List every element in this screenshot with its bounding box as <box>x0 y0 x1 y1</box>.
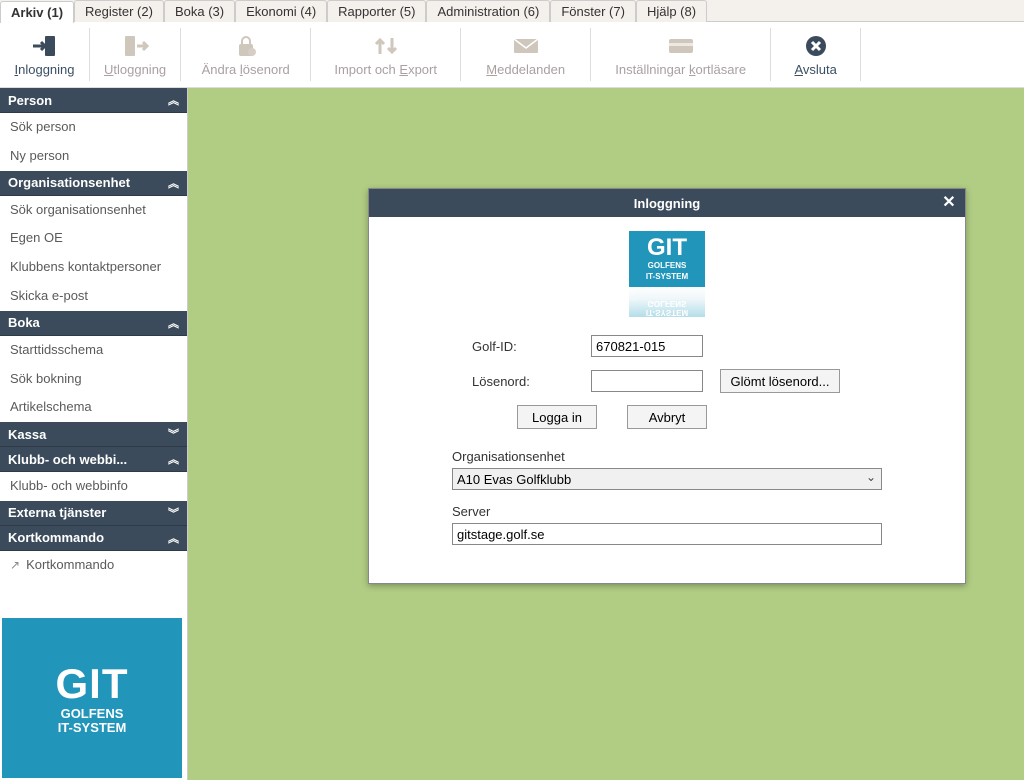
toolbar-messages[interactable]: Meddelanden <box>461 28 591 81</box>
sidebar-head-person-label: Person <box>8 93 52 108</box>
tab-ekonomi[interactable]: Ekonomi (4) <box>235 0 327 22</box>
forgot-password-button[interactable]: Glömt lösenord... <box>720 369 840 393</box>
tab-rapporter[interactable]: Rapporter (5) <box>327 0 426 22</box>
toolbar-logout-label: Utloggning <box>104 62 166 77</box>
sidebar-head-boka-label: Boka <box>8 315 40 330</box>
sidebar-head-externa[interactable]: Externa tjänster ︾ <box>0 501 187 526</box>
dialog-titlebar[interactable]: Inloggning ✕ <box>369 189 965 217</box>
sidebar-item-artikel[interactable]: Artikelschema <box>0 393 187 422</box>
quit-icon <box>802 32 830 60</box>
logout-icon <box>121 32 149 60</box>
toolbar-login-label: Inloggning <box>14 62 74 77</box>
content-area: Inloggning ✕ GIT GOLFENS IT-SYSTEM IT-SY… <box>188 88 1024 780</box>
card-icon <box>667 32 695 60</box>
tab-boka[interactable]: Boka (3) <box>164 0 235 22</box>
sidebar-head-org-label: Organisationsenhet <box>8 175 130 190</box>
sidebar-item-sok-bokn[interactable]: Sök bokning <box>0 365 187 394</box>
tab-register[interactable]: Register (2) <box>74 0 164 22</box>
chevron-up-icon: ︽ <box>168 530 179 546</box>
tab-fonster[interactable]: Fönster (7) <box>550 0 636 22</box>
sidebar-item-kontaktp[interactable]: Klubbens kontaktpersoner <box>0 253 187 282</box>
sidebar-head-kortkom-label: Kortkommando <box>8 530 104 545</box>
sidebar-head-klubb[interactable]: Klubb- och webbi... ︽ <box>0 447 187 472</box>
lock-icon <box>232 32 260 60</box>
chevron-up-icon: ︽ <box>168 451 179 467</box>
sidebar-item-egen-oe[interactable]: Egen OE <box>0 224 187 253</box>
logo-sub2: IT-SYSTEM <box>58 720 127 736</box>
external-link-icon: ↗ <box>10 558 20 572</box>
chevron-up-icon: ︽ <box>168 175 179 191</box>
sidebar-item-starttid[interactable]: Starttidsschema <box>0 336 187 365</box>
password-label: Lösenord: <box>472 374 577 389</box>
login-button[interactable]: Logga in <box>517 405 597 429</box>
toolbar-quit[interactable]: Avsluta <box>771 28 861 81</box>
password-input[interactable] <box>591 370 703 392</box>
chevron-down-icon: ︾ <box>168 505 179 521</box>
sidebar-head-person[interactable]: Person ︽ <box>0 88 187 113</box>
golf-id-label: Golf-ID: <box>472 339 577 354</box>
tab-hjalp[interactable]: Hjälp (8) <box>636 0 707 22</box>
mail-icon <box>512 32 540 60</box>
toolbar-login[interactable]: Inloggning <box>0 28 90 81</box>
sidebar-item-sok-org[interactable]: Sök organisationsenhet <box>0 196 187 225</box>
toolbar-messages-label: Meddelanden <box>486 62 565 77</box>
login-dialog: Inloggning ✕ GIT GOLFENS IT-SYSTEM IT-SY… <box>368 188 966 584</box>
sidebar-head-externa-label: Externa tjänster <box>8 505 106 520</box>
sidebar-item-kortkommando[interactable]: ↗Kortkommando <box>0 551 187 580</box>
chevron-down-icon: ︾ <box>168 426 179 442</box>
sidebar-item-klubbinfo[interactable]: Klubb- och webbinfo <box>0 472 187 501</box>
server-input[interactable] <box>452 523 882 545</box>
import-export-icon <box>372 32 400 60</box>
server-label: Server <box>452 504 882 519</box>
sidebar-item-ny-person[interactable]: Ny person <box>0 142 187 171</box>
sidebar-head-org[interactable]: Organisationsenhet ︽ <box>0 171 187 196</box>
toolbar: Inloggning Utloggning Ändra lösenord Imp… <box>0 22 1024 88</box>
sidebar-item-sok-person[interactable]: Sök person <box>0 113 187 142</box>
menu-tabs: Arkiv (1) Register (2) Boka (3) Ekonomi … <box>0 0 1024 22</box>
sidebar-item-epost[interactable]: Skicka e-post <box>0 282 187 311</box>
toolbar-quit-label: Avsluta <box>794 62 836 77</box>
toolbar-logout[interactable]: Utloggning <box>90 28 181 81</box>
sidebar-head-kassa-label: Kassa <box>8 427 46 442</box>
org-select[interactable]: A10 Evas Golfklubb <box>452 468 882 490</box>
golf-id-input[interactable] <box>591 335 703 357</box>
chevron-up-icon: ︽ <box>168 92 179 108</box>
toolbar-change-password[interactable]: Ändra lösenord <box>181 28 311 81</box>
close-icon[interactable]: ✕ <box>939 192 959 212</box>
sidebar-head-kassa[interactable]: Kassa ︾ <box>0 422 187 447</box>
cancel-button[interactable]: Avbryt <box>627 405 707 429</box>
login-icon <box>31 32 59 60</box>
dialog-brand: GIT GOLFENS IT-SYSTEM IT-SYSTEM GOLFENS <box>629 231 705 317</box>
sidebar-logo: GIT GOLFENS IT-SYSTEM <box>2 618 182 778</box>
dialog-title: Inloggning <box>634 196 700 211</box>
tab-admin[interactable]: Administration (6) <box>426 0 550 22</box>
org-label: Organisationsenhet <box>452 449 882 464</box>
logo-title: GIT <box>56 660 129 708</box>
chevron-up-icon: ︽ <box>168 315 179 331</box>
tab-arkiv[interactable]: Arkiv (1) <box>0 1 74 23</box>
sidebar: Person ︽ Sök person Ny person Organisati… <box>0 88 188 780</box>
toolbar-importexport-label: Import och Export <box>334 62 437 77</box>
sidebar-head-klubb-label: Klubb- och webbi... <box>8 452 127 467</box>
toolbar-cardreader[interactable]: Inställningar kortläsare <box>591 28 771 81</box>
toolbar-changepw-label: Ändra lösenord <box>202 62 290 77</box>
toolbar-import-export[interactable]: Import och Export <box>311 28 461 81</box>
sidebar-head-boka[interactable]: Boka ︽ <box>0 311 187 336</box>
sidebar-head-kortkommando[interactable]: Kortkommando ︽ <box>0 526 187 551</box>
toolbar-cardreader-label: Inställningar kortläsare <box>615 62 746 77</box>
